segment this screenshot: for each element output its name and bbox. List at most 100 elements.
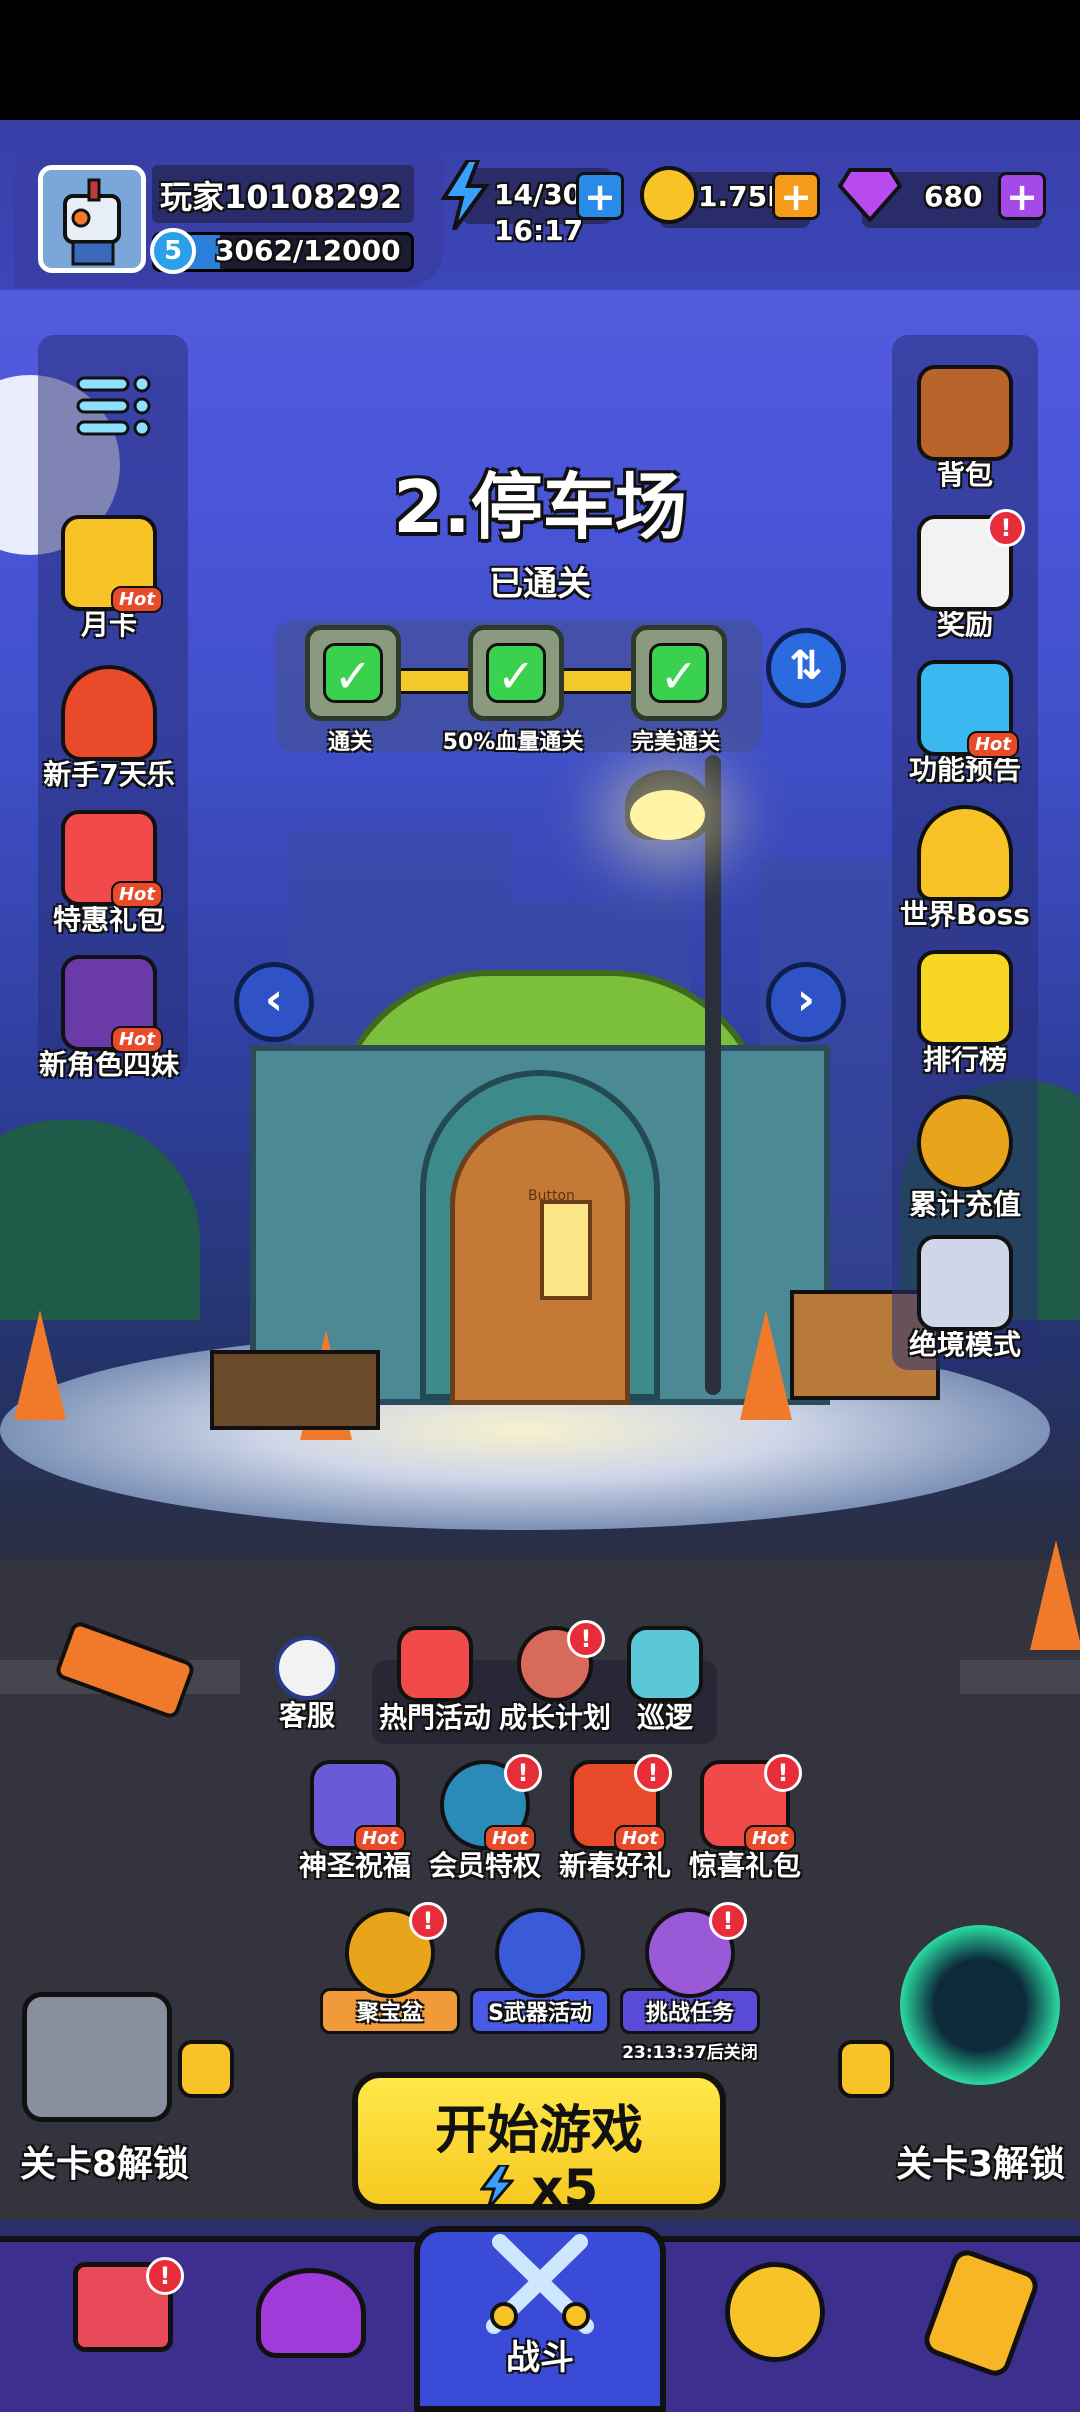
tv-icon: Hot bbox=[917, 660, 1019, 758]
menu-icon[interactable] bbox=[74, 372, 154, 442]
start-game-label: 开始游戏 bbox=[434, 2101, 643, 2161]
notification-badge: ! bbox=[634, 1754, 672, 1792]
door-window bbox=[540, 1200, 592, 1300]
side-item-newbie-7days[interactable]: 新手7天乐 bbox=[34, 665, 184, 793]
tab-scroll[interactable] bbox=[906, 2245, 1056, 2400]
add-coins-button[interactable]: + bbox=[772, 172, 820, 220]
spring-gift-icon: Hot! bbox=[570, 1754, 672, 1852]
activity-label: 神圣祝福 bbox=[298, 1849, 411, 1882]
activity-holy-blessing[interactable]: Hot 神圣祝福 bbox=[285, 1760, 425, 1884]
side-item-feature-preview[interactable]: Hot 功能预告 bbox=[890, 660, 1040, 788]
skull-swords-icon bbox=[917, 1235, 1013, 1331]
street-lamp-light bbox=[630, 790, 705, 840]
activity-label: 会员特权 bbox=[428, 1849, 541, 1882]
traffic-cone bbox=[14, 1310, 66, 1420]
wizard-hat-icon bbox=[256, 2268, 366, 2358]
tab-wizard[interactable] bbox=[236, 2250, 386, 2400]
traffic-cone bbox=[740, 1310, 792, 1420]
locked-stage-left-label: 关卡8解锁 bbox=[20, 2144, 190, 2185]
challenge-tent-icon: ! bbox=[645, 1902, 747, 1998]
star-condition-2: ✓ bbox=[468, 625, 564, 721]
side-item-leaderboard[interactable]: 排行榜 bbox=[890, 950, 1040, 1078]
activity-label: 巡逻 bbox=[636, 1701, 693, 1734]
swap-difficulty-button[interactable]: ⇅ bbox=[766, 628, 846, 708]
weapon-orb-icon bbox=[495, 1908, 585, 1998]
vip-orb-icon: Hot! bbox=[440, 1754, 542, 1852]
cardboard-box bbox=[210, 1350, 380, 1430]
add-energy-button[interactable]: + bbox=[576, 172, 624, 220]
stage-status: 已通关 bbox=[489, 564, 591, 604]
star-condition-3: ✓ bbox=[631, 625, 727, 721]
add-gems-button[interactable]: + bbox=[998, 172, 1046, 220]
lock-icon bbox=[178, 2040, 234, 2098]
gold-pot-icon bbox=[917, 1095, 1013, 1191]
locked-stage-left-icon[interactable] bbox=[22, 1992, 172, 2122]
activity-label: 热門活动 bbox=[378, 1701, 491, 1734]
activity-patrol[interactable]: 巡逻 bbox=[610, 1626, 720, 1736]
previous-stage-button[interactable]: ‹ bbox=[234, 962, 314, 1042]
crossed-swords-icon bbox=[480, 2230, 600, 2340]
road-marking bbox=[960, 1660, 1080, 1694]
activity-hot-events[interactable]: 热門活动 bbox=[370, 1626, 500, 1736]
activity-growth-plan[interactable]: ! 成长计划 bbox=[490, 1620, 620, 1736]
trophy-clock-icon bbox=[61, 665, 157, 761]
locked-stage-right-label: 关卡3解锁 bbox=[896, 2144, 1066, 2185]
checkmark-icon: ✓ bbox=[649, 643, 709, 703]
meat-icon: ! bbox=[517, 1620, 605, 1702]
tab-emblem[interactable] bbox=[700, 2250, 850, 2400]
side-item-new-character[interactable]: Hot 新角色四妹 bbox=[34, 955, 184, 1083]
player-avatar[interactable] bbox=[38, 165, 146, 273]
tab-shop[interactable]: ! bbox=[48, 2250, 198, 2400]
activity-spring-gift[interactable]: Hot! 新春好礼 bbox=[545, 1754, 685, 1884]
activity-treasure-bowl[interactable]: ! 聚宝盆 bbox=[320, 1902, 460, 2034]
energy-bolt-icon bbox=[440, 158, 490, 232]
activity-vip-privilege[interactable]: Hot! 会员特权 bbox=[415, 1754, 555, 1884]
hot-tag: Hot bbox=[483, 1825, 536, 1852]
portal-icon[interactable] bbox=[900, 1925, 1060, 2085]
surprise-gift-icon: Hot! bbox=[700, 1754, 802, 1852]
treasure-bowl-icon: ! bbox=[345, 1902, 447, 1998]
podium-icon bbox=[917, 950, 1013, 1046]
activity-challenge-task[interactable]: ! 挑战任务 23:13:37后关闭 bbox=[620, 1902, 760, 2063]
emblem-icon bbox=[725, 2262, 825, 2362]
side-item-extreme-mode[interactable]: 绝境模式 bbox=[890, 1235, 1040, 1363]
lock-icon bbox=[838, 2040, 894, 2098]
checkmark-icon: ✓ bbox=[323, 643, 383, 703]
activity-s-weapon[interactable]: S武器活动 bbox=[470, 1908, 610, 2034]
activity-label: 新春好礼 bbox=[558, 1849, 671, 1882]
activity-surprise-pack[interactable]: Hot! 惊喜礼包 bbox=[675, 1754, 815, 1884]
challenge-countdown: 23:13:37后关闭 bbox=[622, 2043, 758, 2063]
start-game-button[interactable]: 开始游戏 x5 bbox=[352, 2072, 726, 2217]
energy-bolt-icon bbox=[478, 2163, 516, 2210]
notification-badge: ! bbox=[709, 1902, 747, 1940]
hot-tag: Hot bbox=[966, 731, 1019, 758]
hot-tag: Hot bbox=[353, 1825, 406, 1852]
notification-badge: ! bbox=[567, 1620, 605, 1658]
energy-value: 14/30 bbox=[494, 178, 583, 211]
door-button-text: Button bbox=[528, 1188, 575, 1204]
next-stage-button[interactable]: › bbox=[766, 962, 846, 1042]
star-label: 完美通关 bbox=[631, 730, 720, 755]
side-item-world-boss[interactable]: 世界Boss bbox=[890, 805, 1040, 933]
status-bar bbox=[0, 0, 1080, 120]
blessing-icon: Hot bbox=[310, 1760, 406, 1852]
activity-label: 成长计划 bbox=[498, 1701, 611, 1734]
side-item-special-pack[interactable]: Hot 特惠礼包 bbox=[34, 810, 184, 938]
stage-title: 2.停车场 bbox=[393, 465, 687, 549]
tab-battle[interactable]: 战斗 bbox=[465, 2230, 615, 2380]
gem-value: 680 bbox=[924, 180, 983, 213]
notification-badge: ! bbox=[504, 1754, 542, 1792]
gift-icon: Hot bbox=[61, 810, 163, 908]
support-agent-icon bbox=[275, 1636, 339, 1700]
start-cost-value: x5 bbox=[531, 2159, 599, 2217]
gem-icon bbox=[837, 168, 903, 224]
start-game-cost: x5 bbox=[358, 2159, 720, 2217]
locked-boss-icon bbox=[917, 805, 1013, 901]
xp-text: 3062/12000 bbox=[215, 234, 401, 267]
side-item-recharge-total[interactable]: 累计充值 bbox=[890, 1095, 1040, 1223]
energy-timer: 16:17 bbox=[494, 214, 584, 247]
activity-support[interactable]: 客服 bbox=[262, 1636, 352, 1734]
street-lamp-pole bbox=[705, 755, 721, 1395]
activity-label: 惊喜礼包 bbox=[688, 1849, 801, 1882]
gift-box-icon bbox=[397, 1626, 473, 1702]
